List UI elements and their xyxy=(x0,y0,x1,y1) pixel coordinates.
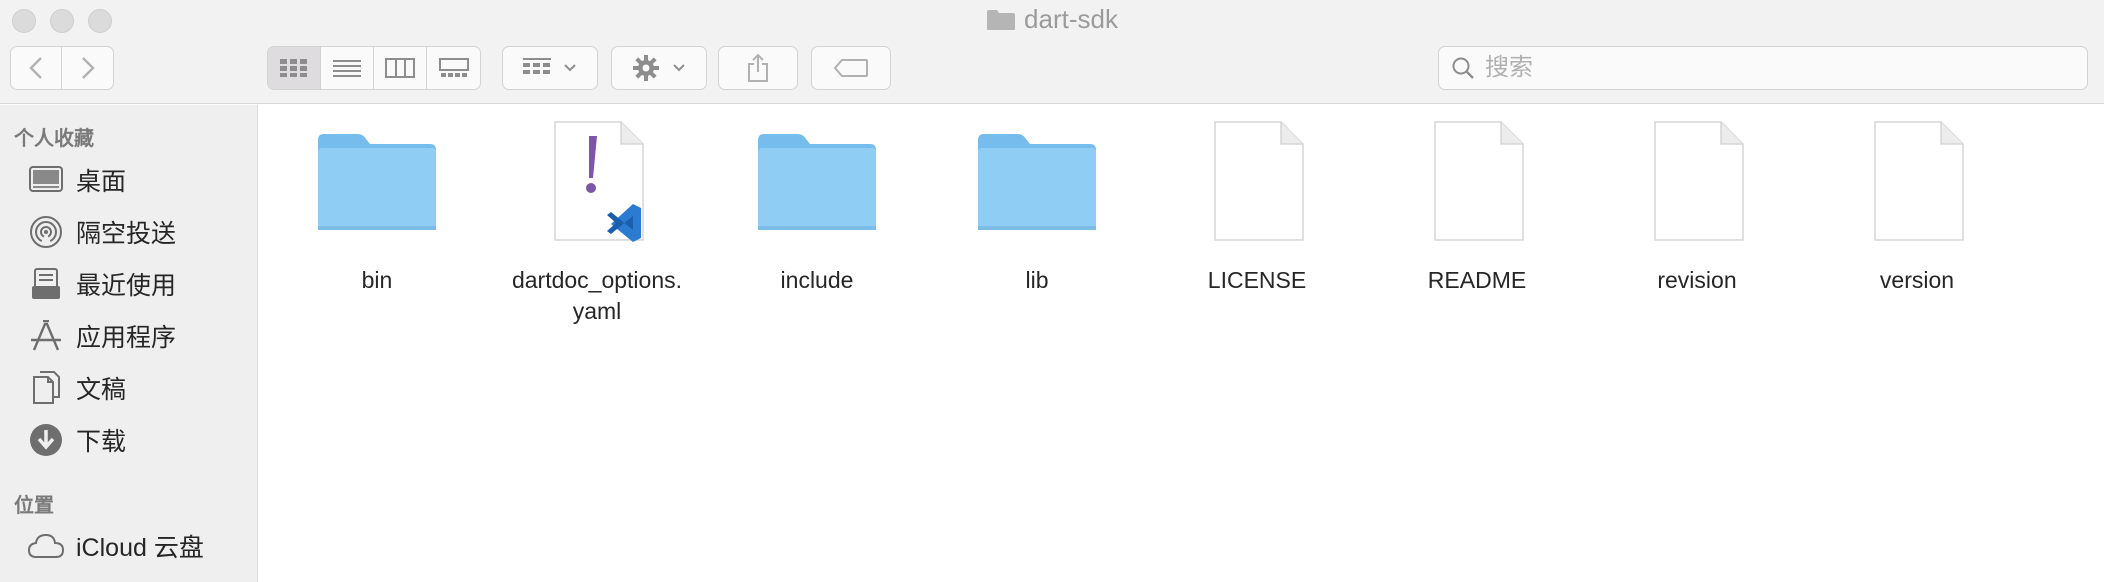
tag-icon xyxy=(833,59,868,77)
icon-view-button[interactable] xyxy=(268,47,321,89)
sidebar-item-label: 桌面 xyxy=(76,168,127,196)
search-icon xyxy=(1452,57,1474,79)
sidebar-item-icloud-drive[interactable]: iCloud 云盘 xyxy=(28,526,252,566)
folder-icon xyxy=(986,9,1016,31)
document-icon xyxy=(1632,117,1762,247)
sidebar: 个人收藏 桌面 隔空投送 最近使用 应用程序 文稿 下载 位置 iCloud 云… xyxy=(0,105,258,582)
columns-icon xyxy=(385,58,415,78)
chevron-left-icon xyxy=(29,57,42,79)
sidebar-item-label: iCloud 云盘 xyxy=(76,534,204,562)
recents-icon xyxy=(28,266,64,302)
file-name: LICENSE xyxy=(1207,267,1307,293)
file-name: revision xyxy=(1657,267,1737,293)
documents-icon xyxy=(28,370,64,406)
sidebar-section-favorites: 个人收藏 xyxy=(14,128,94,150)
list-view-button[interactable] xyxy=(321,47,374,89)
icon-grid-icon xyxy=(280,59,307,77)
file-item-revision[interactable]: revision xyxy=(1602,117,1792,357)
search-input[interactable] xyxy=(1485,54,2045,82)
file-item-dartdoc-options-yaml[interactable]: dartdoc_options.yaml xyxy=(502,117,692,357)
sidebar-item-downloads[interactable]: 下载 xyxy=(28,420,252,460)
sidebar-item-desktop[interactable]: 桌面 xyxy=(28,160,252,200)
file-name: README xyxy=(1427,267,1527,293)
action-menu-button[interactable] xyxy=(611,46,707,90)
sidebar-item-label: 下载 xyxy=(76,428,127,456)
yaml-file-icon xyxy=(532,117,662,247)
icloud-icon xyxy=(28,528,64,564)
view-mode-control xyxy=(267,46,481,90)
window-toolbar: dart-sdk xyxy=(0,0,2104,104)
chevron-right-icon xyxy=(81,57,95,79)
file-item-version[interactable]: version xyxy=(1822,117,2012,357)
file-item-lib[interactable]: lib xyxy=(942,117,1132,357)
sidebar-item-label: 隔空投送 xyxy=(76,220,177,248)
file-item-license[interactable]: LICENSE xyxy=(1162,117,1352,357)
folder-icon xyxy=(312,117,442,247)
list-icon xyxy=(333,60,361,77)
folder-icon xyxy=(972,117,1102,247)
file-item-bin[interactable]: bin xyxy=(282,117,472,357)
file-name: dartdoc_options.yaml xyxy=(511,267,683,324)
sidebar-item-documents[interactable]: 文稿 xyxy=(28,368,252,408)
sidebar-item-recents[interactable]: 最近使用 xyxy=(28,264,252,304)
sidebar-item-airdrop[interactable]: 隔空投送 xyxy=(28,212,252,252)
file-grid: bin dartdoc_options.yaml include lib LIC… xyxy=(262,105,2104,582)
tags-button[interactable] xyxy=(811,46,891,90)
sidebar-item-label: 应用程序 xyxy=(76,324,177,352)
share-button[interactable] xyxy=(718,46,798,90)
file-name: include xyxy=(780,267,854,293)
folder-icon xyxy=(752,117,882,247)
sidebar-item-label: 最近使用 xyxy=(76,272,177,300)
group-grid-icon xyxy=(523,58,551,74)
document-icon xyxy=(1412,117,1542,247)
applications-icon xyxy=(28,318,64,354)
file-name: lib xyxy=(1025,267,1049,293)
file-name: version xyxy=(1879,267,1955,293)
gallery-view-button[interactable] xyxy=(427,47,480,89)
window-title: dart-sdk xyxy=(0,4,2104,35)
sidebar-item-label: 文稿 xyxy=(76,376,127,404)
document-icon xyxy=(1192,117,1322,247)
file-item-readme[interactable]: README xyxy=(1382,117,1572,357)
history-nav xyxy=(10,46,114,90)
forward-button[interactable] xyxy=(62,47,113,89)
column-view-button[interactable] xyxy=(374,47,427,89)
back-button[interactable] xyxy=(11,47,63,89)
gallery-icon xyxy=(438,58,469,77)
gear-icon xyxy=(633,55,659,81)
chevron-down-icon xyxy=(673,64,685,72)
group-by-button[interactable] xyxy=(502,46,598,90)
search-field[interactable] xyxy=(1438,46,2088,90)
file-name: bin xyxy=(361,267,393,293)
share-icon xyxy=(748,53,768,82)
downloads-icon xyxy=(28,422,64,458)
sidebar-item-applications[interactable]: 应用程序 xyxy=(28,316,252,356)
airdrop-icon xyxy=(28,214,64,250)
chevron-down-icon xyxy=(564,64,576,72)
desktop-icon xyxy=(28,162,64,198)
document-icon xyxy=(1852,117,1982,247)
window-title-text: dart-sdk xyxy=(1024,4,1118,34)
file-item-include[interactable]: include xyxy=(722,117,912,357)
sidebar-section-locations: 位置 xyxy=(14,495,54,517)
